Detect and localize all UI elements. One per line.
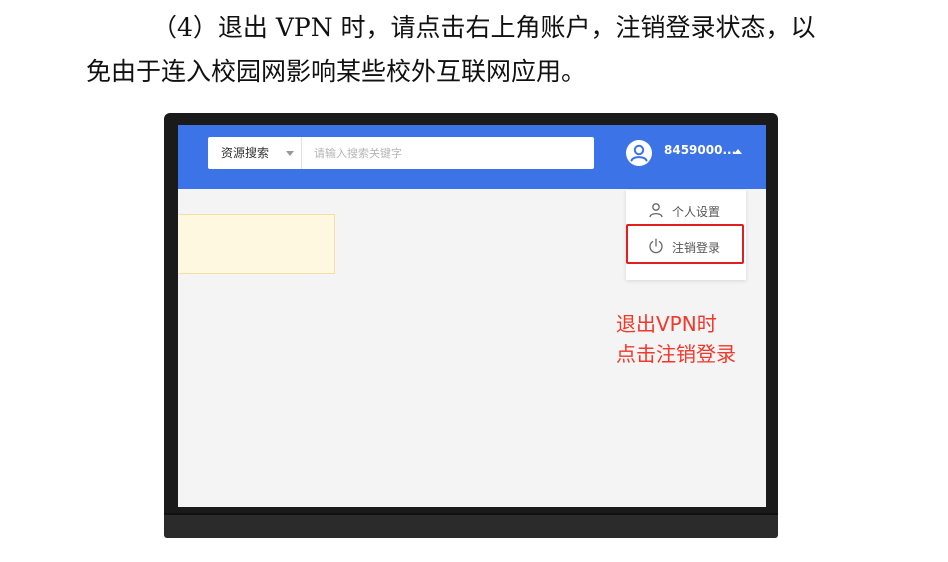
- chevron-up-icon: [734, 149, 742, 154]
- logout-highlight-box: [626, 224, 744, 264]
- annotation-line-2: 点击注销登录: [616, 342, 736, 366]
- top-bar: 资源搜索 8459000...: [178, 125, 766, 189]
- instruction-paragraph: （4）退出 VPN 时，请点击右上角账户，注销登录状态，以 免由于连入校园网影响…: [86, 6, 926, 94]
- laptop-screen: 资源搜索 8459000...: [178, 125, 766, 507]
- annotation-text: 退出VPN时 点击注销登录: [616, 309, 736, 369]
- paragraph-line-2: 免由于连入校园网影响某些校外互联网应用。: [86, 57, 587, 86]
- annotation-line-1: 退出VPN时: [616, 312, 717, 336]
- menu-item-label: 个人设置: [672, 205, 721, 219]
- account-username: 8459000...: [664, 143, 737, 157]
- avatar-icon: [626, 140, 652, 166]
- account-menu-toggle[interactable]: 8459000...: [626, 139, 756, 169]
- search-scope-label: 资源搜索: [221, 146, 270, 160]
- user-icon: [649, 203, 663, 218]
- search-bar: 资源搜索: [208, 137, 594, 169]
- paragraph-line-1: （4）退出 VPN 时，请点击右上角账户，注销登录状态，以: [152, 13, 816, 42]
- search-input[interactable]: [304, 137, 590, 169]
- laptop-frame: 资源搜索 8459000...: [164, 113, 778, 538]
- laptop-base: [164, 513, 778, 538]
- chevron-down-icon: [286, 151, 294, 156]
- menu-item-personal-settings[interactable]: 个人设置: [626, 194, 746, 228]
- notice-banner: [178, 214, 335, 274]
